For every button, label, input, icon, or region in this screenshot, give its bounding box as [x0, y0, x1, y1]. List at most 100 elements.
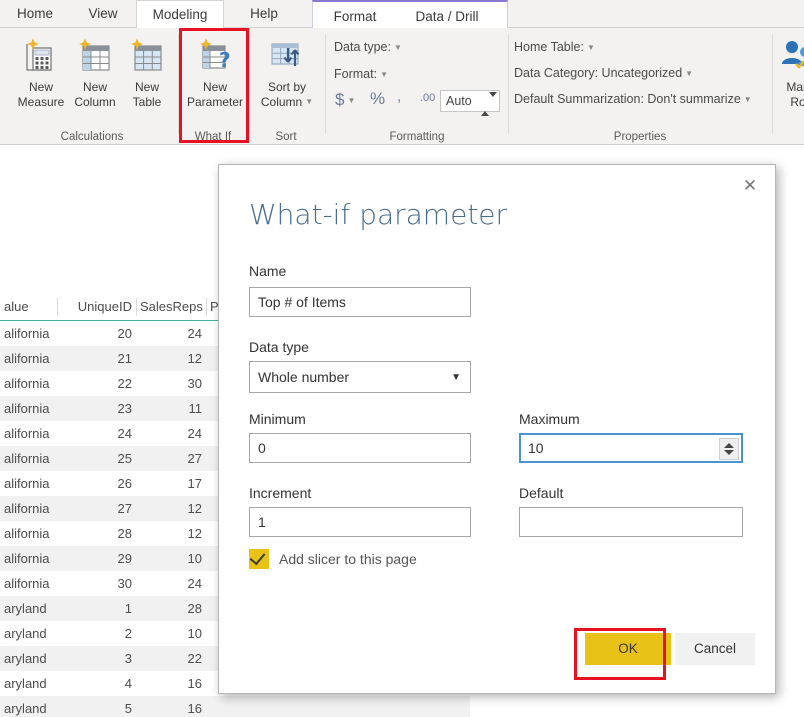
cell-salesreps: 12 [187, 351, 202, 366]
default-summarization-label: Default Summarization: Don't summarize [514, 92, 741, 106]
new-measure-button[interactable]: New Measure [10, 31, 72, 125]
decimal-places-button[interactable]: .00 [420, 92, 435, 104]
cell-value: alifornia [4, 501, 50, 516]
new-parameter-button[interactable]: ? New Parameter [184, 31, 246, 125]
name-label: Name [249, 263, 287, 279]
cell-uniqueid: 25 [117, 451, 132, 466]
decimal-places-stepper[interactable]: Auto [440, 90, 500, 116]
cell-uniqueid: 24 [117, 426, 132, 441]
column-divider[interactable] [57, 298, 58, 316]
increment-input[interactable]: 1 [249, 507, 471, 537]
data-type-label: Data type [249, 339, 309, 355]
cell-value: alifornia [4, 551, 50, 566]
increment-label: Increment [249, 485, 312, 501]
cell-value: aryland [4, 601, 47, 616]
cell-salesreps: 22 [187, 651, 202, 666]
percent-format-button[interactable]: % [370, 89, 385, 109]
group-label-calculations: Calculations [60, 131, 124, 143]
cell-uniqueid: 23 [117, 401, 132, 416]
maximum-input[interactable]: 10 [519, 433, 743, 463]
thousands-separator-button[interactable]: , [397, 88, 401, 105]
group-label-properties: Properties [613, 131, 667, 143]
data-type-select[interactable]: Whole number ▼ [249, 361, 471, 393]
cell-salesreps: 30 [187, 376, 202, 391]
format-dropdown[interactable]: Format: ▼ [334, 67, 388, 81]
home-table-dropdown[interactable]: Home Table: ▼ [514, 40, 595, 54]
add-slicer-checkbox[interactable] [249, 548, 269, 569]
cell-value: alifornia [4, 426, 50, 441]
column-divider[interactable] [136, 298, 137, 316]
cell-uniqueid: 21 [117, 351, 132, 366]
column-divider[interactable] [206, 298, 207, 316]
group-label-what-if: What If [194, 131, 232, 143]
new-parameter-label: New Parameter [186, 80, 244, 109]
cell-salesreps: 12 [187, 526, 202, 541]
cell-uniqueid: 30 [117, 576, 132, 591]
cell-value: aryland [4, 701, 47, 716]
cell-salesreps: 10 [187, 551, 202, 566]
stepper-arrows-icon[interactable] [481, 92, 497, 116]
ok-button[interactable]: OK [585, 633, 671, 665]
sort-arrows-icon [271, 43, 300, 66]
group-label-formatting: Formatting [389, 131, 445, 143]
manage-roles-button[interactable]: ManRo [778, 31, 804, 125]
tab-data-drill[interactable]: Data / Drill [397, 4, 497, 30]
table-row[interactable]: aryland 5 16 [0, 696, 470, 717]
dialog-title: What-if parameter [249, 198, 508, 231]
svg-text:?: ? [219, 48, 231, 72]
maximum-stepper[interactable] [719, 438, 739, 460]
home-table-label: Home Table: [514, 40, 584, 54]
sort-by-column-button[interactable]: Sort by Column ▼ [256, 31, 318, 125]
cell-value: alifornia [4, 401, 50, 416]
cell-salesreps: 17 [187, 476, 202, 491]
cell-salesreps: 10 [187, 626, 202, 641]
tab-home[interactable]: Home [0, 0, 70, 28]
ribbon-separator [508, 34, 509, 134]
cell-value: alifornia [4, 526, 50, 541]
cell-uniqueid: 22 [117, 376, 132, 391]
data-type-dropdown[interactable]: Data type: ▼ [334, 40, 402, 54]
cell-uniqueid: 28 [117, 526, 132, 541]
default-summarization-dropdown[interactable]: Default Summarization: Don't summarize ▼ [514, 92, 752, 106]
chevron-down-icon: ▼ [380, 70, 388, 80]
cell-value: alifornia [4, 351, 50, 366]
ribbon: Calculations New Measure New Column New … [0, 28, 804, 145]
new-table-button[interactable]: New Table [116, 31, 178, 125]
manage-roles-label: ManRo [786, 80, 804, 109]
data-category-dropdown[interactable]: Data Category: Uncategorized ▼ [514, 66, 693, 80]
default-input[interactable] [519, 507, 743, 537]
column-header-salesreps[interactable]: SalesReps [140, 294, 203, 320]
tab-modeling[interactable]: Modeling [136, 0, 224, 28]
chevron-down-icon: ▼ [393, 43, 402, 53]
cancel-button[interactable]: Cancel [675, 633, 755, 665]
table-question-icon: ? [200, 38, 231, 72]
cell-uniqueid: 26 [117, 476, 132, 491]
minimum-label: Minimum [249, 411, 306, 427]
cell-uniqueid: 2 [124, 626, 132, 641]
cell-salesreps: 27 [187, 451, 202, 466]
decimal-places-value: Auto [446, 94, 472, 108]
tab-help[interactable]: Help [231, 0, 297, 28]
add-slicer-label: Add slicer to this page [279, 551, 417, 567]
column-header-uniqueid[interactable]: UniqueID [62, 294, 132, 320]
currency-format-button[interactable]: $ ▼ [335, 90, 355, 110]
minimum-input[interactable]: 0 [249, 433, 471, 463]
manage-roles-icon [782, 41, 804, 69]
cell-salesreps: 24 [187, 326, 202, 341]
chevron-down-icon: ▼ [347, 96, 356, 106]
power-bi-window: Format Data / Drill Home View Modeling H… [0, 0, 804, 717]
chevron-down-icon: ▼ [685, 69, 694, 79]
tab-format[interactable]: Format [319, 4, 391, 30]
cell-value: aryland [4, 676, 47, 691]
cell-uniqueid: 1 [124, 601, 132, 616]
name-input[interactable]: Top # of Items [249, 287, 471, 317]
cell-value: alifornia [4, 476, 50, 491]
calculator-icon [26, 38, 52, 71]
column-header-value[interactable]: alue [4, 294, 29, 320]
data-category-label: Data Category: Uncategorized [514, 66, 683, 80]
cell-salesreps: 16 [187, 676, 202, 691]
close-icon[interactable]: ✕ [735, 173, 765, 199]
tab-view[interactable]: View [70, 0, 136, 28]
contextual-tab-group: Format Data / Drill [312, 0, 508, 28]
format-label: Format: [334, 67, 378, 81]
